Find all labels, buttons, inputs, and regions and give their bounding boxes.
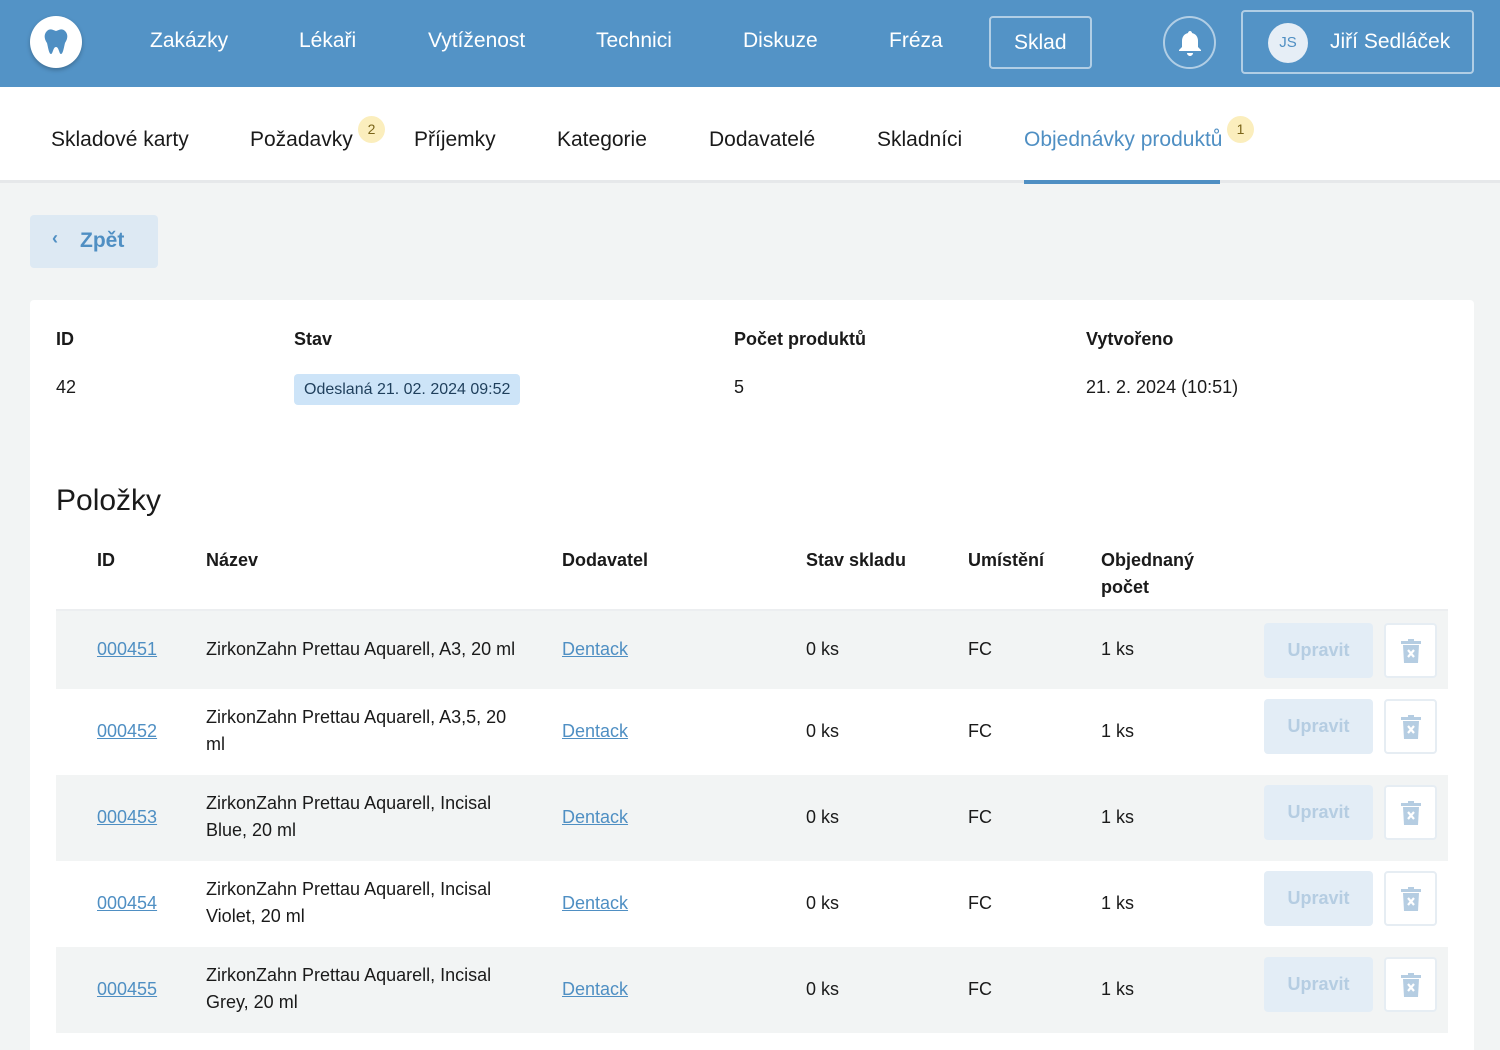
item-ordered: 1 ks bbox=[1101, 721, 1135, 741]
col-ordered-line1: Objednaný bbox=[1101, 550, 1195, 570]
back-button-label: Zpět bbox=[80, 229, 125, 252]
tab-prijemky[interactable]: Příjemky bbox=[414, 128, 496, 152]
item-name: ZirkonZahn Prettau Aquarell, Incisal Viol… bbox=[206, 879, 492, 926]
badge-objednavky: 1 bbox=[1227, 116, 1254, 143]
table-row: 000455 ZirkonZahn Prettau Aquarell, Inci… bbox=[56, 947, 1448, 1033]
avatar: JS bbox=[1268, 23, 1308, 63]
order-created: 21. 2. 2024 (10:51) bbox=[1086, 377, 1239, 397]
item-location: FC bbox=[968, 979, 992, 999]
chevron-left-icon: ‹ bbox=[52, 228, 58, 248]
item-name: ZirkonZahn Prettau Aquarell, Incisal Blue… bbox=[206, 793, 492, 840]
item-id-link[interactable]: 000454 bbox=[97, 890, 157, 917]
table-row: 000454 ZirkonZahn Prettau Aquarell, Inci… bbox=[56, 861, 1448, 947]
item-location: FC bbox=[968, 807, 992, 827]
item-name: ZirkonZahn Prettau Aquarell, A3, 20 ml bbox=[206, 639, 516, 659]
badge-pozadavky: 2 bbox=[358, 116, 385, 143]
items-title: Položky bbox=[56, 484, 162, 517]
item-stock: 0 ks bbox=[806, 639, 840, 659]
table-row: 000453 ZirkonZahn Prettau Aquarell, Inci… bbox=[56, 775, 1448, 861]
back-button[interactable]: ‹ Zpět bbox=[30, 215, 158, 268]
label-created: Vytvořeno bbox=[1086, 329, 1174, 349]
item-id-link[interactable]: 000453 bbox=[97, 804, 157, 831]
label-product-count: Počet produktů bbox=[734, 329, 867, 349]
table-row: 000451 ZirkonZahn Prettau Aquarell, A3, … bbox=[56, 611, 1448, 689]
item-ordered: 1 ks bbox=[1101, 807, 1135, 827]
item-name: ZirkonZahn Prettau Aquarell, Incisal Grey… bbox=[206, 965, 492, 1012]
trash-icon bbox=[1400, 714, 1421, 739]
nav-item-technici[interactable]: Technici bbox=[596, 27, 672, 55]
item-location: FC bbox=[968, 639, 992, 659]
item-ordered: 1 ks bbox=[1101, 979, 1135, 999]
tab-pozadavky[interactable]: Požadavky bbox=[250, 128, 353, 152]
order-id: 42 bbox=[56, 377, 77, 397]
tooth-icon[interactable] bbox=[30, 16, 82, 68]
order-detail-card: ID Stav Počet produktů Vytvořeno 42 Odes… bbox=[30, 300, 1474, 1050]
supplier-link[interactable]: Dentack bbox=[562, 718, 628, 745]
label-id: ID bbox=[56, 329, 74, 349]
item-id-link[interactable]: 000455 bbox=[97, 976, 157, 1003]
edit-button[interactable]: Upravit bbox=[1264, 623, 1373, 678]
tab-skladove-karty[interactable]: Skladové karty bbox=[51, 128, 189, 152]
status-badge: Odeslaná 21. 02. 2024 09:52 bbox=[294, 374, 521, 405]
item-stock: 0 ks bbox=[806, 807, 840, 827]
supplier-link[interactable]: Dentack bbox=[562, 890, 628, 917]
nav-item-sklad[interactable]: Sklad bbox=[989, 16, 1092, 69]
item-stock: 0 ks bbox=[806, 721, 840, 741]
item-id-link[interactable]: 000451 bbox=[97, 636, 157, 663]
tab-dodavatele[interactable]: Dodavatelé bbox=[709, 128, 815, 152]
supplier-link[interactable]: Dentack bbox=[562, 804, 628, 831]
nav-item-freza[interactable]: Fréza bbox=[889, 27, 943, 55]
tab-bar: Skladové karty Požadavky 2 Příjemky Kate… bbox=[0, 87, 1500, 184]
tab-objednavky-produktu[interactable]: Objednávky produktů bbox=[1024, 128, 1222, 152]
item-location: FC bbox=[968, 893, 992, 913]
trash-icon bbox=[1400, 638, 1421, 663]
user-name: Jiří Sedláček bbox=[1330, 30, 1451, 53]
order-product-count: 5 bbox=[734, 377, 745, 397]
nav-item-lekari[interactable]: Lékaři bbox=[299, 27, 356, 55]
label-status: Stav bbox=[294, 329, 333, 349]
col-id: ID bbox=[97, 550, 115, 570]
edit-button[interactable]: Upravit bbox=[1264, 871, 1373, 926]
delete-button[interactable] bbox=[1384, 957, 1437, 1012]
item-stock: 0 ks bbox=[806, 893, 840, 913]
item-location: FC bbox=[968, 721, 992, 741]
col-location: Umístění bbox=[968, 550, 1045, 570]
delete-button[interactable] bbox=[1384, 623, 1437, 678]
top-navigation: Zakázky Lékaři Vytíženost Technici Disku… bbox=[0, 0, 1500, 87]
item-stock: 0 ks bbox=[806, 979, 840, 999]
item-ordered: 1 ks bbox=[1101, 639, 1135, 659]
edit-button[interactable]: Upravit bbox=[1264, 957, 1373, 1012]
nav-item-zakazky[interactable]: Zakázky bbox=[150, 27, 228, 55]
trash-icon bbox=[1400, 886, 1421, 911]
col-name: Název bbox=[206, 550, 259, 570]
delete-button[interactable] bbox=[1384, 785, 1437, 840]
tab-kategorie[interactable]: Kategorie bbox=[557, 128, 647, 152]
col-ordered-line2: počet bbox=[1101, 577, 1150, 597]
tab-skladnici[interactable]: Skladníci bbox=[877, 128, 962, 152]
edit-button[interactable]: Upravit bbox=[1264, 785, 1373, 840]
bell-icon[interactable] bbox=[1163, 16, 1216, 69]
col-supplier: Dodavatel bbox=[562, 550, 649, 570]
delete-button[interactable] bbox=[1384, 871, 1437, 926]
user-menu[interactable]: JS Jiří Sedláček bbox=[1241, 10, 1474, 74]
delete-button[interactable] bbox=[1384, 699, 1437, 754]
trash-icon bbox=[1400, 800, 1421, 825]
item-id-link[interactable]: 000452 bbox=[97, 718, 157, 745]
item-name: ZirkonZahn Prettau Aquarell, A3,5, 20 ml bbox=[206, 707, 507, 754]
edit-button[interactable]: Upravit bbox=[1264, 699, 1373, 754]
nav-item-diskuze[interactable]: Diskuze bbox=[743, 27, 818, 55]
item-ordered: 1 ks bbox=[1101, 893, 1135, 913]
supplier-link[interactable]: Dentack bbox=[562, 636, 628, 663]
nav-item-vytizenost[interactable]: Vytíženost bbox=[428, 27, 525, 55]
supplier-link[interactable]: Dentack bbox=[562, 976, 628, 1003]
col-ordered: Objednaný počet bbox=[1101, 547, 1194, 601]
trash-icon bbox=[1400, 972, 1421, 997]
active-tab-indicator bbox=[1024, 180, 1220, 184]
table-row: 000452 ZirkonZahn Prettau Aquarell, A3,5… bbox=[56, 689, 1448, 775]
col-stock: Stav skladu bbox=[806, 550, 907, 570]
